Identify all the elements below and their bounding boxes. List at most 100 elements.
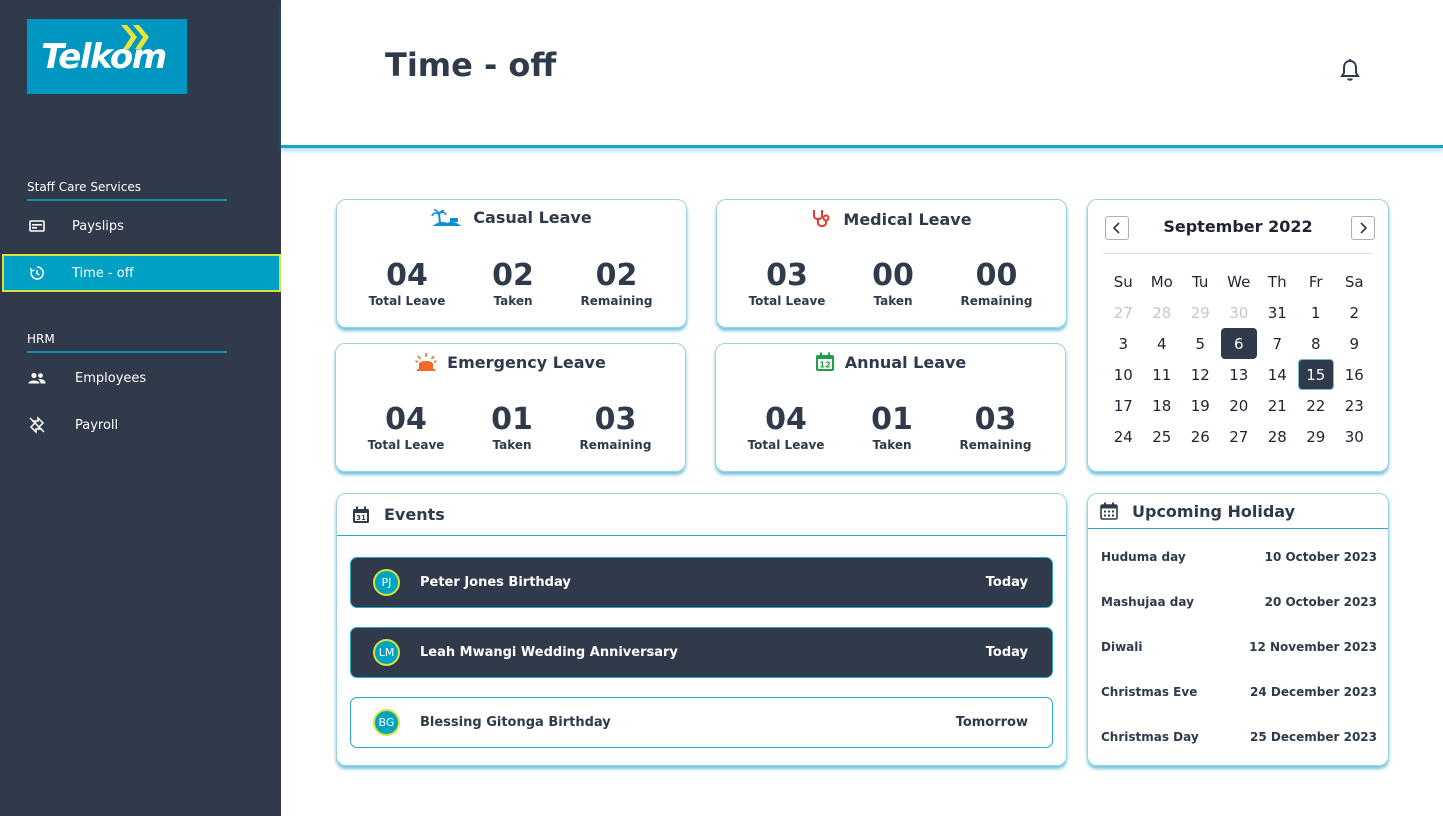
stat-remaining-value: 03 [594, 402, 637, 437]
calendar-day[interactable]: 20 [1220, 390, 1259, 421]
page-title: Time - off [385, 46, 557, 84]
sidebar-item-label: Payroll [75, 417, 119, 433]
leave-card-annual: 12 Annual Leave 04 Total Leave 01 Taken 03… [715, 343, 1066, 472]
weekday-label: Tu [1192, 272, 1209, 291]
leave-card-emergency: Emergency Leave 04 Total Leave 01 Taken 03… [335, 343, 686, 472]
calendar-day[interactable]: 10 [1104, 359, 1143, 390]
calendar-day[interactable]: 14 [1258, 359, 1297, 390]
event-row[interactable]: BG Blessing Gitonga Birthday Tomorrow [350, 697, 1053, 748]
calendar-day[interactable]: 27 [1220, 421, 1259, 452]
calendar-header: September 2022 [1103, 214, 1375, 254]
page-header: Time - off [281, 0, 1443, 148]
sidebar-item-employees[interactable]: Employees [2, 359, 281, 397]
calendar-day[interactable]: 29 [1181, 297, 1220, 328]
holiday-header: Upcoming Holiday [1088, 494, 1388, 529]
calendar-day[interactable]: 25 [1143, 421, 1182, 452]
stat-remaining: 03 Remaining [573, 402, 658, 452]
leave-card-casual: Casual Leave 04 Total Leave 02 Taken 02 Rem… [336, 199, 687, 328]
calendar-day[interactable]: 31 [1258, 297, 1297, 328]
calendar-month: September 2022 [1163, 217, 1313, 236]
holiday-row: Christmas Day 25 December 2023 [1101, 730, 1377, 744]
leave-card-medical: Medical Leave 03 Total Leave 00 Taken 00 Re… [716, 199, 1067, 328]
payslip-icon [27, 216, 47, 236]
stat-remaining: 02 Remaining [574, 258, 659, 308]
calendar-day[interactable]: 6 [1220, 328, 1257, 359]
calendar-day[interactable]: 4 [1143, 328, 1182, 359]
nav-section-staff-care: Staff Care Services [27, 180, 227, 201]
sidebar-item-payroll[interactable]: Payroll [2, 406, 281, 444]
calendar-day[interactable]: 30 [1220, 297, 1259, 328]
chevron-right-icon [1360, 222, 1368, 234]
calendar-day[interactable]: 2 [1335, 297, 1374, 328]
leave-card-title: Medical Leave [717, 208, 1066, 230]
leave-card-title-text: Annual Leave [844, 352, 967, 372]
stat-taken: 01 Taken [472, 402, 552, 452]
next-month-button[interactable] [1351, 216, 1375, 240]
sidebar-item-payslips[interactable]: Payslips [2, 207, 281, 245]
event-when: Today [985, 575, 1028, 590]
stat-remaining-value: 03 [974, 402, 1017, 437]
holiday-name: Huduma day [1101, 550, 1186, 564]
calendar-day[interactable]: 15 [1297, 359, 1334, 390]
calendar-day[interactable]: 9 [1335, 328, 1374, 359]
prev-month-button[interactable] [1105, 216, 1129, 240]
events-panel: 31 Events PJ Peter Jones Birthday Today … [336, 493, 1067, 766]
calendar-day[interactable]: 12 [1181, 359, 1220, 390]
holiday-date: 12 November 2023 [1249, 640, 1377, 654]
weekday-label: We [1227, 272, 1251, 291]
event-row[interactable]: PJ Peter Jones Birthday Today [350, 557, 1053, 608]
nav-section-hrm: HRM [27, 332, 227, 353]
holiday-row: Diwali 12 November 2023 [1101, 640, 1377, 654]
stat-taken: 01 Taken [852, 402, 932, 452]
stat-total-value: 03 [766, 258, 808, 293]
holiday-date: 20 October 2023 [1264, 595, 1377, 609]
stat-taken-label: Taken [492, 438, 532, 452]
calendar-day[interactable]: 30 [1335, 421, 1374, 452]
calendar-day[interactable]: 26 [1181, 421, 1220, 452]
sidebar-item-time-off[interactable]: Time - off [2, 254, 281, 292]
stat-total: 04 Total Leave [746, 402, 826, 452]
calendar-day[interactable]: 8 [1297, 328, 1336, 359]
logo-chevron-icon [121, 25, 149, 49]
calendar-day[interactable]: 5 [1181, 328, 1220, 359]
calendar-day[interactable]: 21 [1258, 390, 1297, 421]
payroll-icon [27, 415, 47, 435]
weekday-label: Mo [1150, 272, 1173, 291]
events-title: Events [384, 505, 445, 524]
calendar-day[interactable]: 11 [1143, 359, 1182, 390]
calendar-day[interactable]: 18 [1143, 390, 1182, 421]
event-row[interactable]: LM Leah Mwangi Wedding Anniversary Today [350, 627, 1053, 678]
calendar-day[interactable]: 29 [1297, 421, 1336, 452]
calendar-day[interactable]: 23 [1335, 390, 1374, 421]
stat-remaining: 03 Remaining [953, 402, 1038, 452]
calendar-day[interactable]: 28 [1258, 421, 1297, 452]
holiday-name: Diwali [1101, 640, 1143, 654]
stat-total-value: 04 [386, 258, 428, 293]
leave-card-title: Emergency Leave [336, 352, 685, 372]
weekday-label: Th [1267, 272, 1287, 291]
chevron-left-icon [1112, 222, 1120, 234]
calendar-day[interactable]: 19 [1181, 390, 1220, 421]
calendar-day[interactable]: 7 [1258, 328, 1297, 359]
avatar: PJ [373, 569, 400, 596]
calendar-day[interactable]: 1 [1297, 297, 1336, 328]
calendar-day[interactable]: 28 [1143, 297, 1182, 328]
stat-remaining-label: Remaining [960, 294, 1033, 308]
calendar-day[interactable]: 22 [1297, 390, 1336, 421]
bell-icon[interactable] [1339, 58, 1361, 86]
stat-total-label: Total Leave [748, 294, 826, 308]
calendar-day[interactable]: 13 [1220, 359, 1259, 390]
calendar-day[interactable]: 24 [1104, 421, 1143, 452]
calendar-day[interactable]: 27 [1104, 297, 1143, 328]
calendar-day[interactable]: 16 [1335, 359, 1374, 390]
holiday-name: Christmas Eve [1101, 685, 1198, 699]
leave-card-title: Casual Leave [337, 208, 686, 227]
holiday-name: Christmas Day [1101, 730, 1199, 744]
stat-remaining-label: Remaining [580, 294, 653, 308]
calendar-day[interactable]: 17 [1104, 390, 1143, 421]
telkom-logo[interactable]: Telkom [27, 19, 187, 94]
stat-remaining: 00 Remaining [954, 258, 1039, 308]
calendar-day[interactable]: 3 [1104, 328, 1143, 359]
beach-icon [431, 208, 462, 226]
stat-total-label: Total Leave [368, 294, 446, 308]
